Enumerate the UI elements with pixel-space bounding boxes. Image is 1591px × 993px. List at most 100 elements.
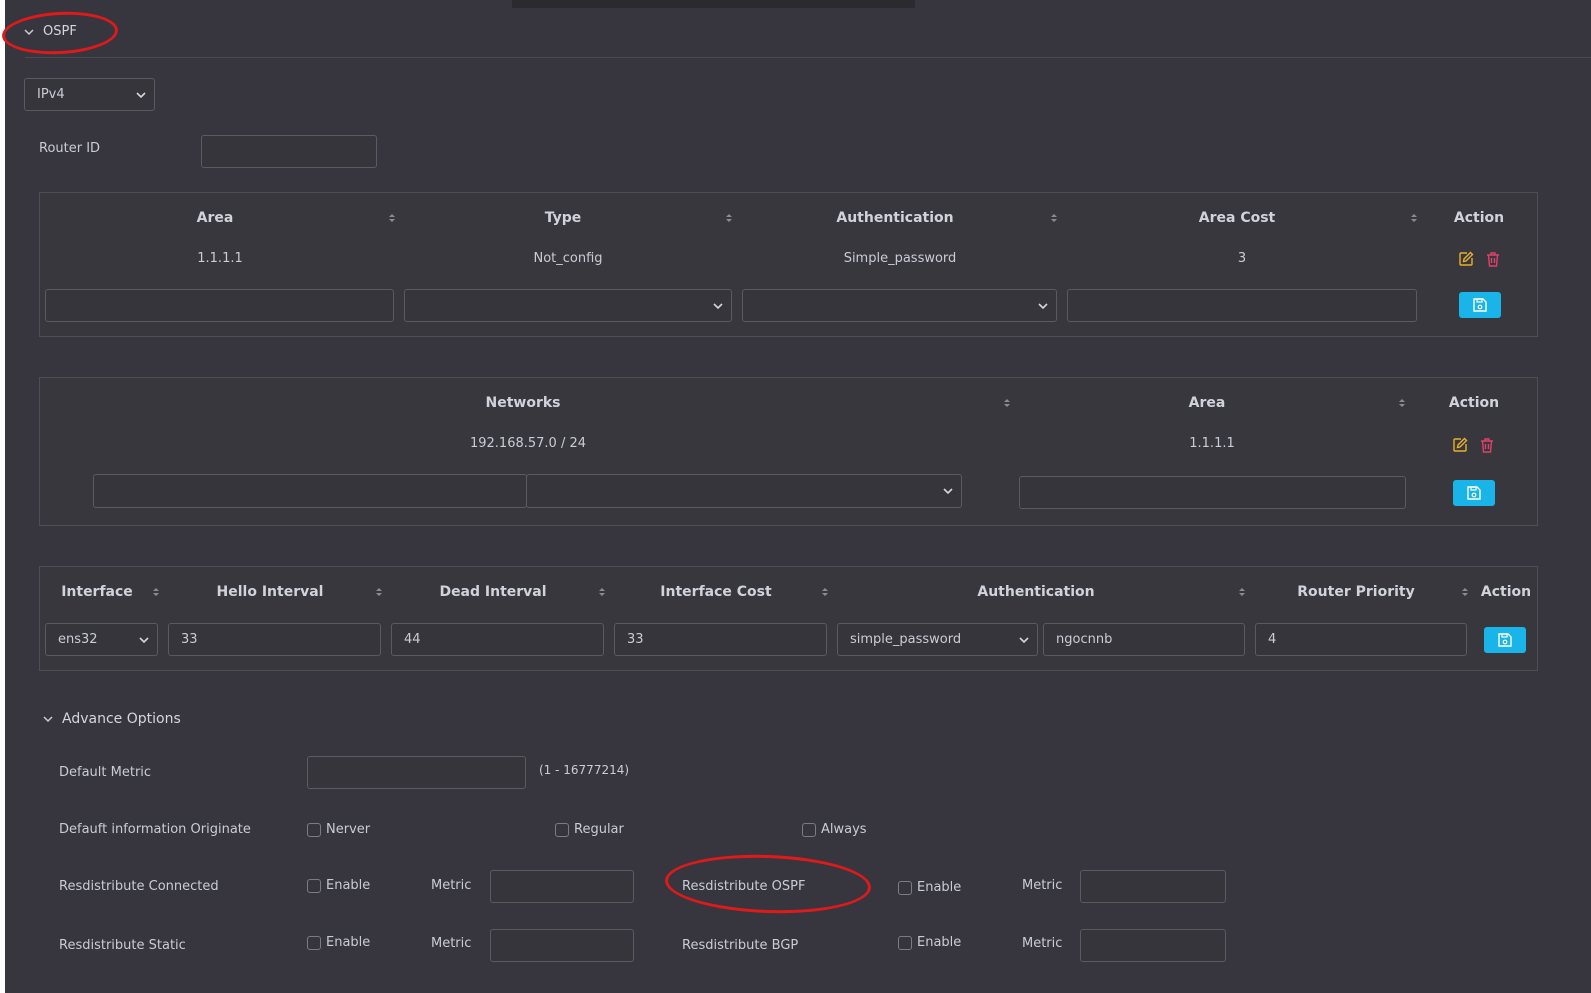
ip-version-value: IPv4 xyxy=(37,87,65,102)
save-icon xyxy=(1498,633,1512,647)
redistribute-connected-label: Resdistribute Connected xyxy=(59,879,219,894)
new-area-input[interactable] xyxy=(45,289,394,322)
trash-icon[interactable] xyxy=(1485,251,1501,267)
redistribute-bgp-label: Resdistribute BGP xyxy=(682,938,799,953)
new-area-cost-input[interactable] xyxy=(1067,289,1417,322)
chevron-down-icon xyxy=(1019,637,1029,644)
networks-header: Networks xyxy=(485,395,561,411)
chevron-down-icon xyxy=(139,637,149,644)
redistribute-bgp-enable-label: Enable xyxy=(917,935,962,950)
redistribute-static-enable-checkbox[interactable] xyxy=(307,936,321,950)
router-id-input[interactable] xyxy=(201,135,377,168)
chevron-down-icon xyxy=(43,716,53,723)
regular-label: Regular xyxy=(574,822,624,837)
save-button[interactable] xyxy=(1484,627,1526,653)
interface-select[interactable]: ens32 xyxy=(45,623,158,656)
sort-icon[interactable] xyxy=(822,587,828,597)
sort-icon[interactable] xyxy=(389,213,395,223)
sort-icon[interactable] xyxy=(1399,398,1405,408)
redistribute-ospf-metric-input[interactable] xyxy=(1080,870,1226,903)
sort-icon[interactable] xyxy=(1004,398,1010,408)
redistribute-static-metric-input[interactable] xyxy=(490,929,634,962)
advance-options-toggle[interactable]: Advance Options xyxy=(42,711,181,727)
type-header: Type xyxy=(544,210,582,226)
default-metric-label: Default Metric xyxy=(59,765,152,780)
default-info-originate-label: Defauft information Originate xyxy=(59,822,251,837)
table-cell-network-area: 1.1.1.1 xyxy=(1189,436,1235,451)
redistribute-ospf-enable-label: Enable xyxy=(917,880,962,895)
new-network-input[interactable] xyxy=(93,474,527,508)
chevron-down-icon xyxy=(136,92,146,99)
annotation-ring-redistribute-ospf xyxy=(664,851,872,917)
nerver-label: Nerver xyxy=(326,822,371,837)
default-metric-input[interactable] xyxy=(307,756,526,789)
chevron-down-icon xyxy=(1038,303,1048,310)
table-cell-type: Not_config xyxy=(533,251,603,266)
interface-header: Interface xyxy=(61,584,133,600)
router-priority-header: Router Priority xyxy=(1297,584,1415,600)
table-cell-authentication: Simple_password xyxy=(843,251,957,266)
sort-icon[interactable] xyxy=(1239,587,1245,597)
edit-icon[interactable] xyxy=(1452,437,1468,453)
new-authentication-select[interactable] xyxy=(742,289,1057,322)
annotation-ring-ospf xyxy=(0,8,120,58)
always-label: Always xyxy=(821,822,867,837)
redistribute-connected-enable-label: Enable xyxy=(326,878,371,893)
trash-icon[interactable] xyxy=(1479,437,1495,453)
sort-icon[interactable] xyxy=(1462,587,1468,597)
default-metric-range: (1 - 16777214) xyxy=(539,763,630,777)
top-scroll-bar xyxy=(512,0,915,8)
redistribute-static-enable-label: Enable xyxy=(326,935,371,950)
page-canvas: OSPF IPv4 Router ID Area Type Authentica… xyxy=(0,0,1591,993)
save-button[interactable] xyxy=(1453,480,1495,506)
interface-authentication-header: Authentication xyxy=(977,584,1095,600)
hello-interval-header: Hello Interval xyxy=(216,584,324,600)
new-type-select[interactable] xyxy=(404,289,732,322)
save-icon xyxy=(1473,298,1487,312)
save-button[interactable] xyxy=(1459,292,1501,318)
dead-interval-input[interactable]: 44 xyxy=(391,623,604,656)
table-cell-area-cost: 3 xyxy=(1237,251,1247,266)
redistribute-static-metric-label: Metric xyxy=(431,936,472,951)
area-cost-header: Area Cost xyxy=(1198,210,1276,226)
interface-authentication-value: simple_password xyxy=(850,632,962,647)
sort-icon[interactable] xyxy=(153,587,159,597)
nerver-checkbox[interactable] xyxy=(307,823,321,837)
chevron-down-icon xyxy=(943,488,953,495)
interface-authentication-select[interactable]: simple_password xyxy=(837,623,1038,656)
area-table: Area Type Authentication Area Cost Actio… xyxy=(39,192,1538,337)
sort-icon[interactable] xyxy=(1411,213,1417,223)
sort-icon[interactable] xyxy=(1051,213,1057,223)
router-id-label: Router ID xyxy=(39,141,101,156)
sort-icon[interactable] xyxy=(599,587,605,597)
hello-interval-input[interactable]: 33 xyxy=(168,623,381,656)
redistribute-connected-metric-input[interactable] xyxy=(490,870,634,903)
redistribute-bgp-metric-label: Metric xyxy=(1022,936,1063,951)
networks-table: Networks Area Action 192.168.57.0 / 24 1… xyxy=(39,377,1538,526)
interface-action-header: Action xyxy=(1480,584,1532,600)
new-network-prefix-select[interactable] xyxy=(526,474,962,508)
ip-version-select[interactable]: IPv4 xyxy=(24,78,155,111)
router-priority-input[interactable]: 4 xyxy=(1255,623,1467,656)
networks-action-header: Action xyxy=(1448,395,1500,411)
section-divider xyxy=(25,57,1591,58)
table-cell-area: 1.1.1.1 xyxy=(197,251,243,266)
auth-key-input[interactable]: ngocnnb xyxy=(1043,623,1245,656)
redistribute-bgp-metric-input[interactable] xyxy=(1080,929,1226,962)
regular-checkbox[interactable] xyxy=(555,823,569,837)
advance-options-title: Advance Options xyxy=(62,711,181,727)
redistribute-bgp-enable-checkbox[interactable] xyxy=(898,936,912,950)
sort-icon[interactable] xyxy=(376,587,382,597)
interface-select-value: ens32 xyxy=(58,632,98,647)
edit-icon[interactable] xyxy=(1458,251,1474,267)
chevron-down-icon xyxy=(713,303,723,310)
redistribute-ospf-metric-label: Metric xyxy=(1022,878,1063,893)
interface-cost-input[interactable]: 33 xyxy=(614,623,827,656)
sort-icon[interactable] xyxy=(726,213,732,223)
redistribute-connected-enable-checkbox[interactable] xyxy=(307,879,321,893)
new-network-area-input[interactable] xyxy=(1019,476,1406,509)
redistribute-ospf-enable-checkbox[interactable] xyxy=(898,881,912,895)
always-checkbox[interactable] xyxy=(802,823,816,837)
area-header: Area xyxy=(196,210,234,226)
interface-table: Interface Hello Interval Dead Interval I… xyxy=(39,566,1538,671)
